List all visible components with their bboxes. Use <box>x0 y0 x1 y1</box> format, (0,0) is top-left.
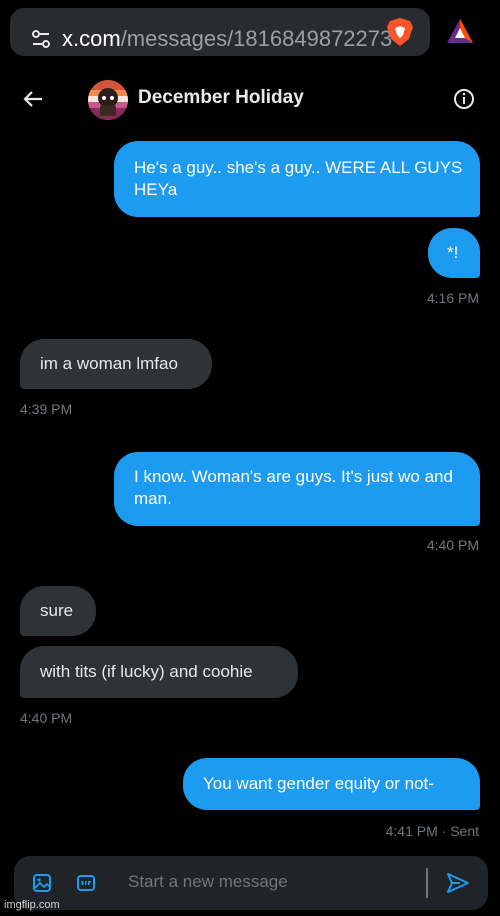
message-text: *! <box>447 243 459 262</box>
message-text: You want gender equity or not- <box>203 774 434 793</box>
image-icon[interactable] <box>32 873 52 893</box>
message-text: He's a guy.. she's a guy.. WERE ALL GUYS… <box>134 158 463 199</box>
url-path: /messages/1816849872273 <box>120 26 393 51</box>
site-settings-icon[interactable] <box>32 30 50 48</box>
message-bubble-outgoing[interactable]: I know. Woman's are guys. It's just wo a… <box>114 452 480 526</box>
address-bar[interactable]: x.com/messages/1816849872273 <box>10 8 430 56</box>
composer-divider <box>426 868 428 898</box>
send-icon[interactable] <box>446 872 470 894</box>
message-bubble-incoming[interactable]: sure <box>20 586 96 636</box>
message-timestamp: 4:41 PM · Sent <box>385 823 479 839</box>
message-bubble-outgoing[interactable]: *! <box>428 228 480 278</box>
conversation-header: December Holiday <box>0 72 500 128</box>
message-bubble-incoming[interactable]: im a woman lmfao <box>20 339 212 389</box>
message-text: with tits (if lucky) and coohie <box>40 662 253 681</box>
message-bubble-outgoing[interactable]: You want gender equity or not- <box>183 758 480 810</box>
message-timestamp: 4:39 PM <box>20 401 73 417</box>
message-text: im a woman lmfao <box>40 354 178 373</box>
message-timestamp: 4:16 PM <box>426 290 479 306</box>
message-timestamp: 4:40 PM <box>20 710 73 726</box>
brave-rewards-icon[interactable] <box>446 18 474 44</box>
message-text: I know. Woman's are guys. It's just wo a… <box>134 467 453 508</box>
message-bubble-outgoing[interactable]: He's a guy.. she's a guy.. WERE ALL GUYS… <box>114 141 480 217</box>
browser-toolbar: x.com/messages/1816849872273 <box>0 0 500 66</box>
gif-icon[interactable] <box>76 873 96 893</box>
brave-shields-icon[interactable] <box>386 17 414 47</box>
message-bubble-incoming[interactable]: with tits (if lucky) and coohie <box>20 646 298 698</box>
back-arrow-icon[interactable] <box>22 88 44 110</box>
message-timestamp: 4:40 PM <box>426 537 479 553</box>
conversation-title[interactable]: December Holiday <box>138 87 304 109</box>
message-text: sure <box>40 601 74 620</box>
avatar[interactable] <box>88 80 128 120</box>
message-composer: Start a new message <box>14 856 488 910</box>
info-icon[interactable] <box>453 88 475 110</box>
message-input[interactable]: Start a new message <box>128 872 288 892</box>
url-host: x.com <box>62 26 121 51</box>
url-text[interactable]: x.com/messages/1816849872273 <box>62 26 392 52</box>
watermark: imgflip.com <box>4 899 60 911</box>
